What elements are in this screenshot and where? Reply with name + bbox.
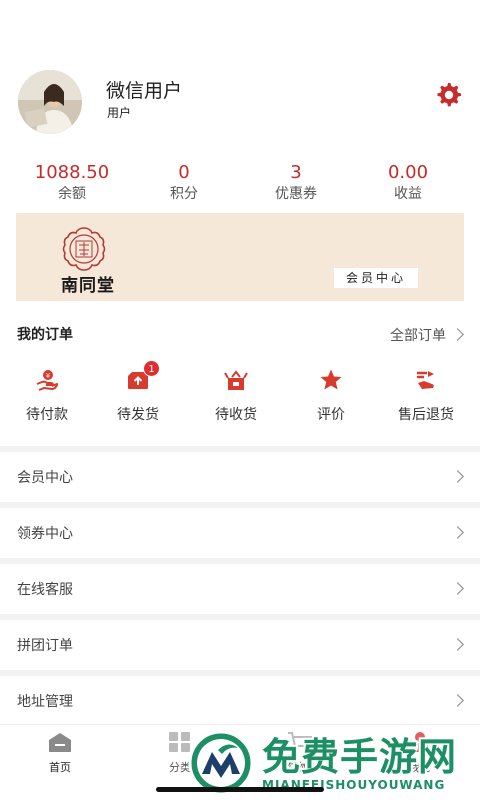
stat-label: 积分	[170, 186, 198, 202]
brand-seal-logo	[62, 227, 106, 275]
menu-item-label: 地址管理	[17, 694, 73, 710]
menu-item-coupon-center[interactable]: 领券中心	[0, 508, 480, 558]
package-icon	[224, 368, 248, 392]
order-label: 待发货	[117, 407, 159, 423]
stat-label: 余额	[58, 186, 86, 202]
order-pending-payment[interactable]: ¥ 待付款	[7, 368, 87, 424]
order-shortcuts: ¥ 待付款 1 待发货 待收货 评价 售后退货	[0, 360, 480, 428]
menu-item-address[interactable]: 地址管理	[0, 676, 480, 726]
stat-value: 3	[290, 162, 302, 183]
stat-value: 1088.50	[34, 162, 110, 183]
order-pending-receipt[interactable]: 待收货	[196, 368, 276, 424]
avatar[interactable]	[18, 70, 82, 134]
chevron-right-icon	[451, 328, 464, 341]
menu-item-label: 领券中心	[17, 526, 73, 542]
stat-label: 优惠券	[275, 186, 317, 202]
menu-item-member-center[interactable]: 会员中心	[0, 452, 480, 502]
svg-text:¥: ¥	[46, 372, 51, 380]
star-icon	[319, 368, 343, 392]
order-count-badge: 1	[143, 360, 160, 377]
chevron-right-icon	[451, 694, 464, 707]
order-label: 待付款	[26, 407, 68, 423]
chevron-right-icon	[451, 638, 464, 651]
order-label: 评价	[317, 407, 345, 423]
member-center-tag: 会员中心	[334, 268, 418, 288]
watermark-title: 免费手游网	[262, 735, 458, 779]
stat-points[interactable]: 0 积分	[124, 162, 244, 204]
home-icon	[47, 731, 73, 753]
my-orders-title: 我的订单	[17, 327, 73, 343]
user-type: 用户	[107, 106, 132, 120]
menu-item-label: 拼团订单	[17, 638, 73, 654]
stat-earnings[interactable]: 0.00 收益	[348, 162, 468, 204]
order-after-sales[interactable]: 售后退货	[386, 368, 466, 424]
menu-item-label: 在线客服	[17, 582, 73, 598]
tab-home[interactable]: 首页	[12, 731, 108, 775]
chevron-right-icon	[451, 470, 464, 483]
order-review[interactable]: 评价	[291, 368, 371, 424]
stat-value: 0	[178, 162, 190, 183]
box-upload-icon: 1	[126, 360, 160, 392]
stat-label: 收益	[394, 186, 422, 202]
wallet-hand-icon: ¥	[35, 368, 59, 392]
account-stats: 1088.50 余额 0 积分 3 优惠券 0.00 收益	[0, 162, 480, 204]
home-indicator	[156, 787, 324, 792]
all-orders-link[interactable]: 全部订单	[390, 325, 446, 345]
menu-item-customer-service[interactable]: 在线客服	[0, 564, 480, 614]
order-label: 售后退货	[398, 407, 454, 423]
member-center-banner[interactable]: 南同堂 会员中心	[16, 213, 464, 301]
settings-gear-icon[interactable]	[436, 82, 462, 108]
chevron-right-icon	[451, 582, 464, 595]
stat-value: 0.00	[387, 162, 429, 183]
stat-coupons[interactable]: 3 优惠券	[236, 162, 356, 204]
menu-item-label: 会员中心	[17, 470, 73, 486]
username: 微信用户	[106, 80, 183, 102]
chevron-right-icon	[451, 526, 464, 539]
menu-item-group-orders[interactable]: 拼团订单	[0, 620, 480, 670]
stat-balance[interactable]: 1088.50 余额	[12, 162, 132, 204]
order-label: 待收货	[215, 407, 257, 423]
tab-label: 首页	[49, 761, 71, 774]
my-orders-header: 我的订单 全部订单	[0, 324, 480, 346]
order-pending-shipment[interactable]: 1 待发货	[98, 360, 178, 424]
brand-name: 南同堂	[61, 276, 115, 296]
return-icon	[414, 368, 438, 392]
profile-header: 微信用户 用户	[0, 64, 480, 134]
